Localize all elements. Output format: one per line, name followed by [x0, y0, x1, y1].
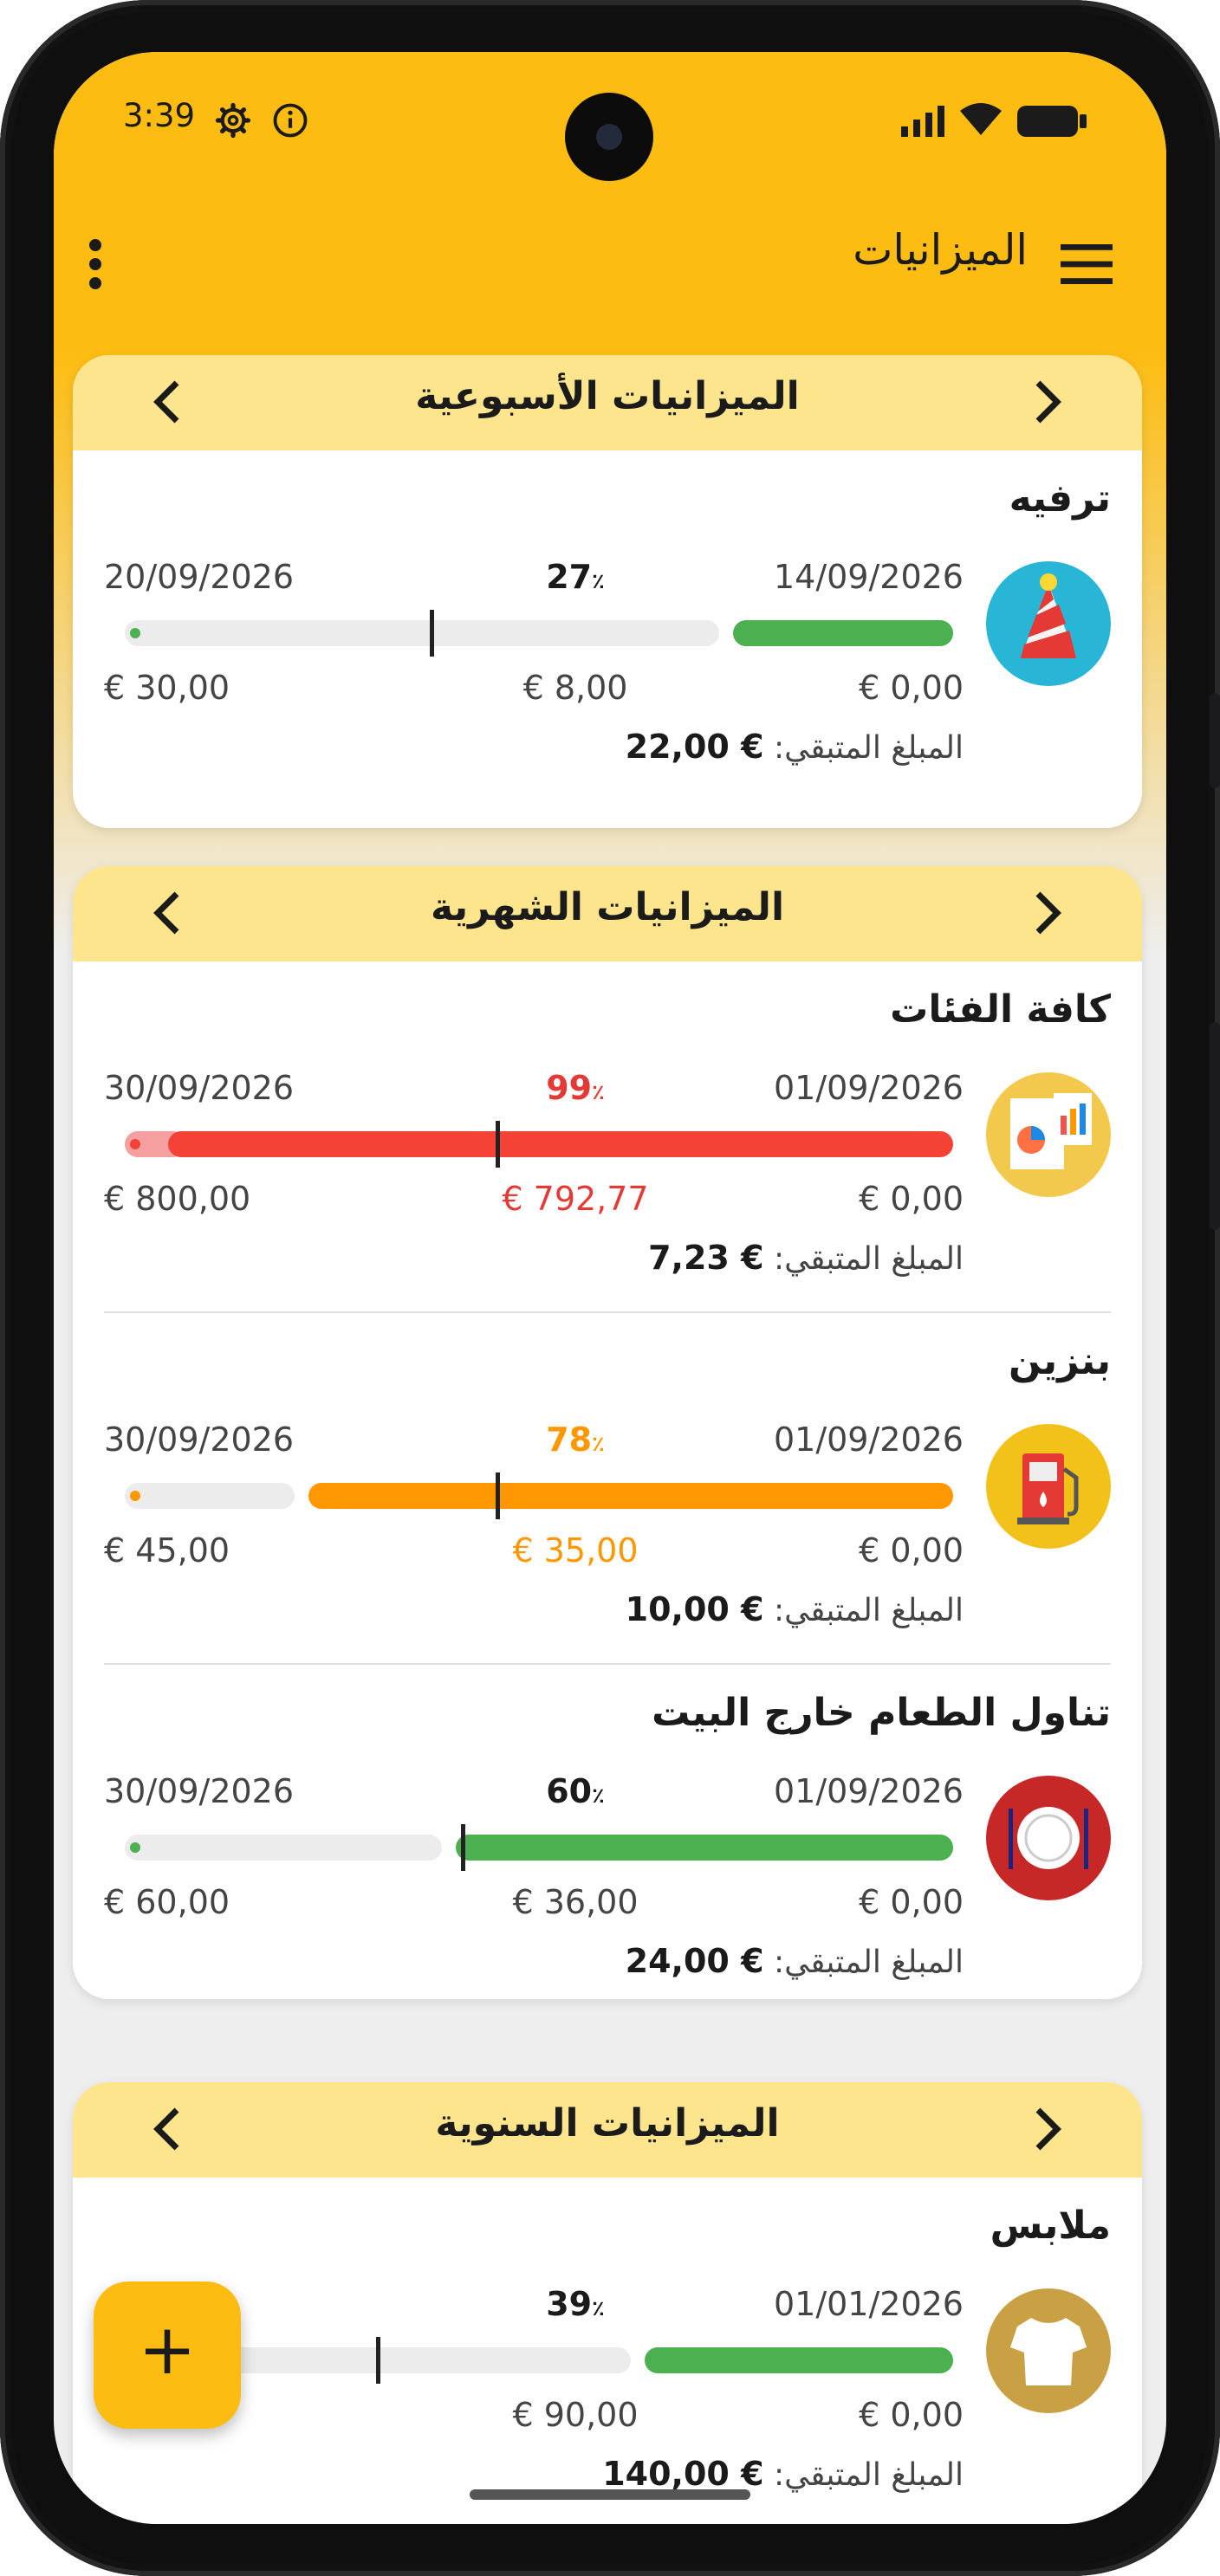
progress-used [308, 1483, 953, 1509]
fuel-pump-icon [986, 1424, 1111, 1549]
party-hat-icon [986, 561, 1111, 686]
end-date: 30/09/2026 [104, 1772, 295, 1810]
progress-dot [130, 628, 140, 638]
amount-min: € 0,00 [859, 2396, 964, 2434]
progress-remaining [125, 1835, 442, 1861]
percent-used: 78٪ [546, 1421, 605, 1459]
cellular-signal-icon [901, 106, 944, 137]
section-title: الميزانيات الأسبوعية [415, 374, 800, 418]
battery-icon [1017, 106, 1087, 137]
settings-gear-icon [215, 102, 251, 139]
start-date: 14/09/2026 [773, 558, 964, 596]
tshirt-icon [986, 2288, 1111, 2413]
progress-used [456, 1835, 953, 1861]
chevron-right-icon[interactable] [1021, 887, 1073, 939]
chevron-right-icon[interactable] [1021, 2103, 1073, 2155]
progress-remaining [125, 620, 719, 646]
progress-dot [130, 1139, 140, 1149]
progress-marker [376, 2337, 380, 2384]
budget-item-eating-out[interactable]: تناول الطعام خارج البيت 01/09/2026 60٪ 3… [73, 1665, 1142, 1999]
budget-progress-bar [125, 1121, 953, 1168]
amount-max: € 30,00 [104, 669, 230, 707]
remaining-amount: المبلغ المتبقي: € 7,23 [648, 1239, 964, 1277]
progress-used [645, 2347, 953, 2373]
start-date: 01/09/2026 [773, 1772, 964, 1810]
progress-marker [461, 1824, 465, 1871]
progress-marker [496, 1472, 500, 1519]
budget-name: ترفيه [1009, 476, 1111, 521]
plate-cutlery-icon [986, 1776, 1111, 1900]
budget-progress-bar [125, 1824, 953, 1871]
section-title: الميزانيات السنوية [435, 2101, 780, 2146]
progress-dot [130, 1842, 140, 1853]
remaining-amount: المبلغ المتبقي: € 22,00 [625, 728, 964, 766]
percent-used: 39٪ [546, 2285, 605, 2323]
amount-spent: € 36,00 [512, 1883, 639, 1921]
info-icon [273, 103, 308, 138]
end-date: 20/09/2026 [104, 558, 295, 596]
remaining-amount: المبلغ المتبقي: € 24,00 [625, 1942, 964, 1980]
progress-remaining [125, 1483, 295, 1509]
volume-button [1210, 693, 1220, 788]
budget-item-fuel[interactable]: بنزين 01/09/2026 78٪ 30/09/2026 € 0,00 €… [73, 1313, 1142, 1665]
budget-name: بنزين [1009, 1339, 1111, 1383]
amount-max: € 60,00 [104, 1883, 230, 1921]
amount-spent: € 90,00 [512, 2396, 639, 2434]
end-date: 30/09/2026 [104, 1421, 295, 1459]
amount-min: € 0,00 [859, 1883, 964, 1921]
weekly-budgets-header: الميزانيات الأسبوعية [73, 355, 1142, 450]
amount-min: € 0,00 [859, 1531, 964, 1570]
add-budget-button[interactable]: + [94, 2282, 241, 2429]
budget-item-entertainment[interactable]: ترفيه 14/09/2026 27٪ 20/09/2026 € 0,00 €… [73, 450, 1142, 802]
budget-name: كافة الفئات [890, 987, 1111, 1032]
percent-used: 99٪ [546, 1069, 605, 1107]
end-date: 30/09/2026 [104, 1069, 295, 1107]
percent-used: 27٪ [546, 558, 605, 596]
power-button [1210, 1022, 1220, 1230]
amount-min: € 0,00 [859, 1180, 964, 1218]
plus-icon: + [138, 2309, 197, 2390]
screen: 3:39 الميزانيات الميزانيات الأسبوعية ترف… [54, 52, 1166, 2524]
monthly-budgets-header: الميزانيات الشهرية [73, 866, 1142, 961]
phone-frame: 3:39 الميزانيات الميزانيات الأسبوعية ترف… [0, 0, 1220, 2576]
more-options-icon[interactable] [87, 238, 104, 290]
section-title: الميزانيات الشهرية [430, 885, 785, 929]
amount-min: € 0,00 [859, 669, 964, 707]
hamburger-menu-icon[interactable] [1061, 244, 1113, 284]
yearly-budgets-header: الميزانيات السنوية [73, 2082, 1142, 2178]
page-title: الميزانيات [853, 225, 1028, 275]
progress-used [168, 1131, 953, 1157]
progress-dot [130, 1491, 140, 1501]
amount-spent: € 8,00 [522, 669, 628, 707]
front-camera [565, 93, 653, 181]
progress-marker [430, 610, 434, 657]
budget-name: ملابس [990, 2204, 1111, 2248]
status-time: 3:39 [123, 97, 196, 134]
budget-progress-bar [125, 1472, 953, 1519]
amount-max: € 45,00 [104, 1531, 230, 1570]
remaining-amount: المبلغ المتبقي: € 140,00 [602, 2455, 964, 2493]
reports-icon [986, 1072, 1111, 1197]
monthly-budgets-card: الميزانيات الشهرية كافة الفئات 01/09/202… [73, 866, 1142, 1999]
weekly-budgets-card: الميزانيات الأسبوعية ترفيه 14/09/2026 27… [73, 355, 1142, 828]
budget-progress-bar [125, 2337, 953, 2384]
budget-progress-bar [125, 610, 953, 657]
budget-name: تناول الطعام خارج البيت [652, 1691, 1111, 1735]
start-date: 01/09/2026 [773, 1421, 964, 1459]
wifi-icon [960, 103, 1002, 135]
amount-spent: € 792,77 [502, 1180, 649, 1218]
remaining-amount: المبلغ المتبقي: € 10,00 [625, 1590, 964, 1628]
amount-max: € 800,00 [104, 1180, 251, 1218]
budget-item-all-categories[interactable]: كافة الفئات 01/09/2026 99٪ 30/09/2026 € … [73, 961, 1142, 1313]
home-indicator[interactable] [470, 2489, 750, 2500]
amount-spent: € 35,00 [512, 1531, 639, 1570]
progress-marker [496, 1121, 500, 1168]
progress-used [733, 620, 953, 646]
chevron-right-icon[interactable] [1021, 376, 1073, 428]
start-date: 01/01/2026 [773, 2285, 964, 2323]
percent-used: 60٪ [546, 1772, 605, 1810]
start-date: 01/09/2026 [773, 1069, 964, 1107]
